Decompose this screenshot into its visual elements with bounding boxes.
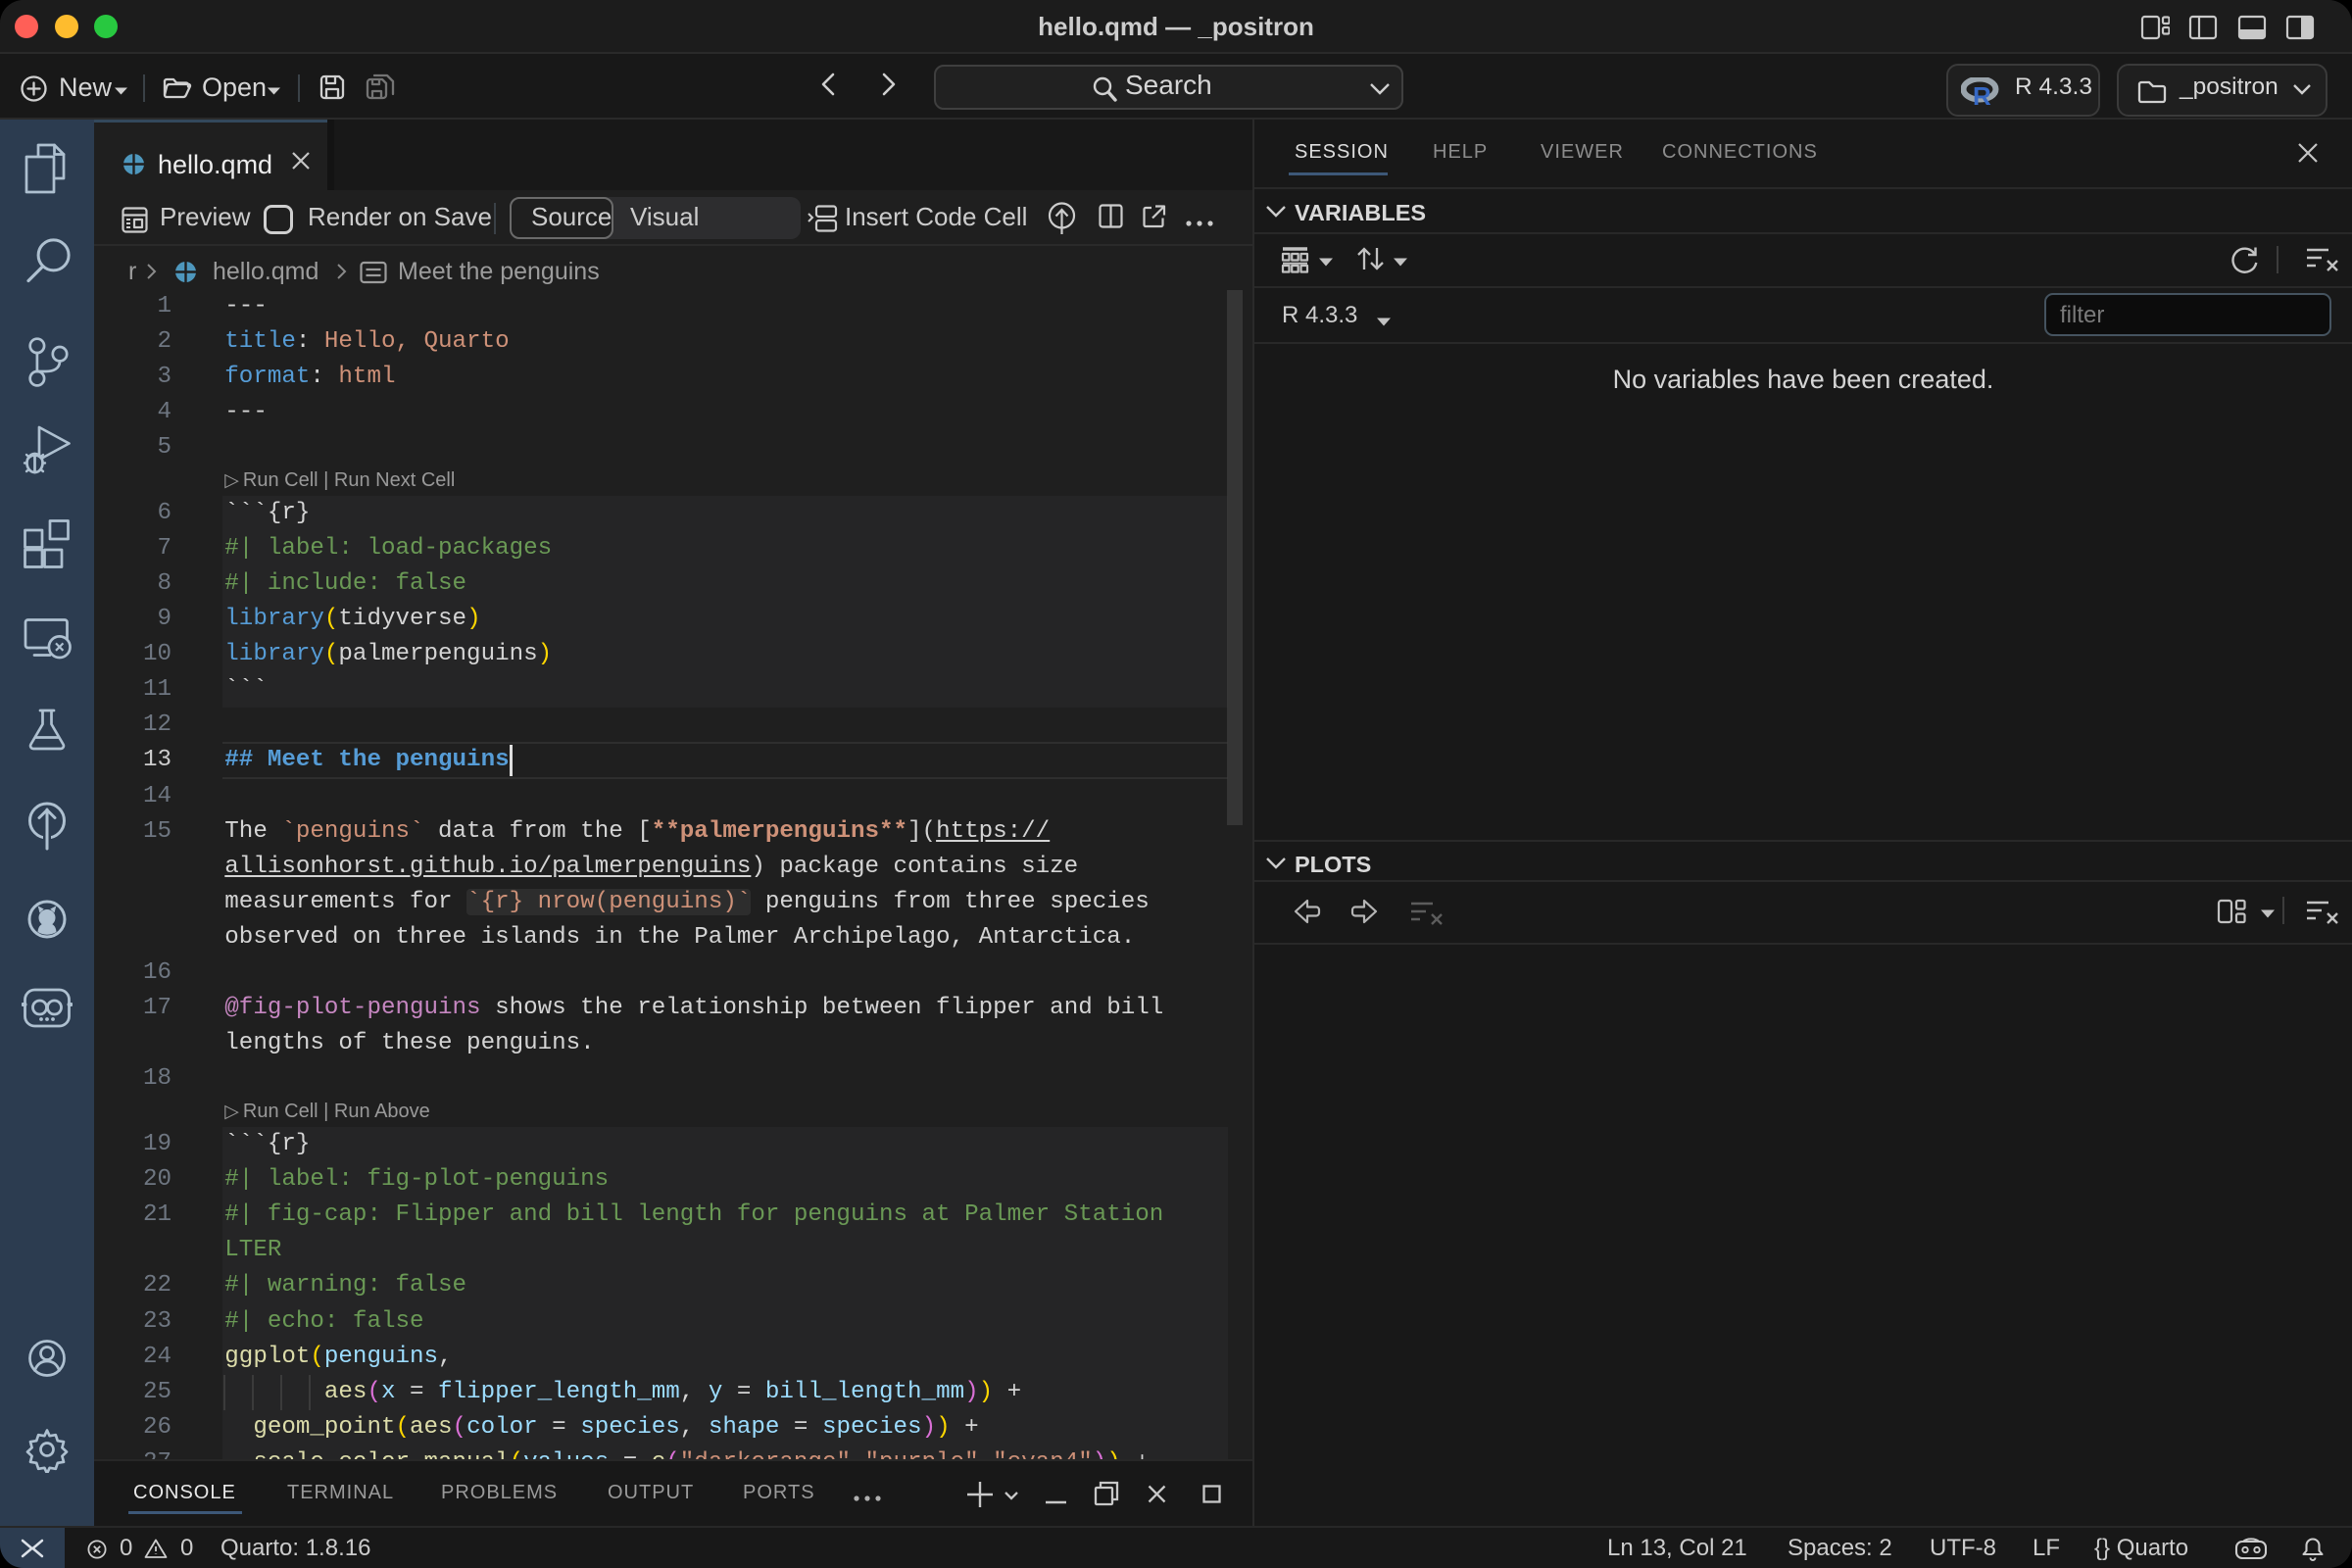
svg-text:R: R <box>1973 81 1991 107</box>
